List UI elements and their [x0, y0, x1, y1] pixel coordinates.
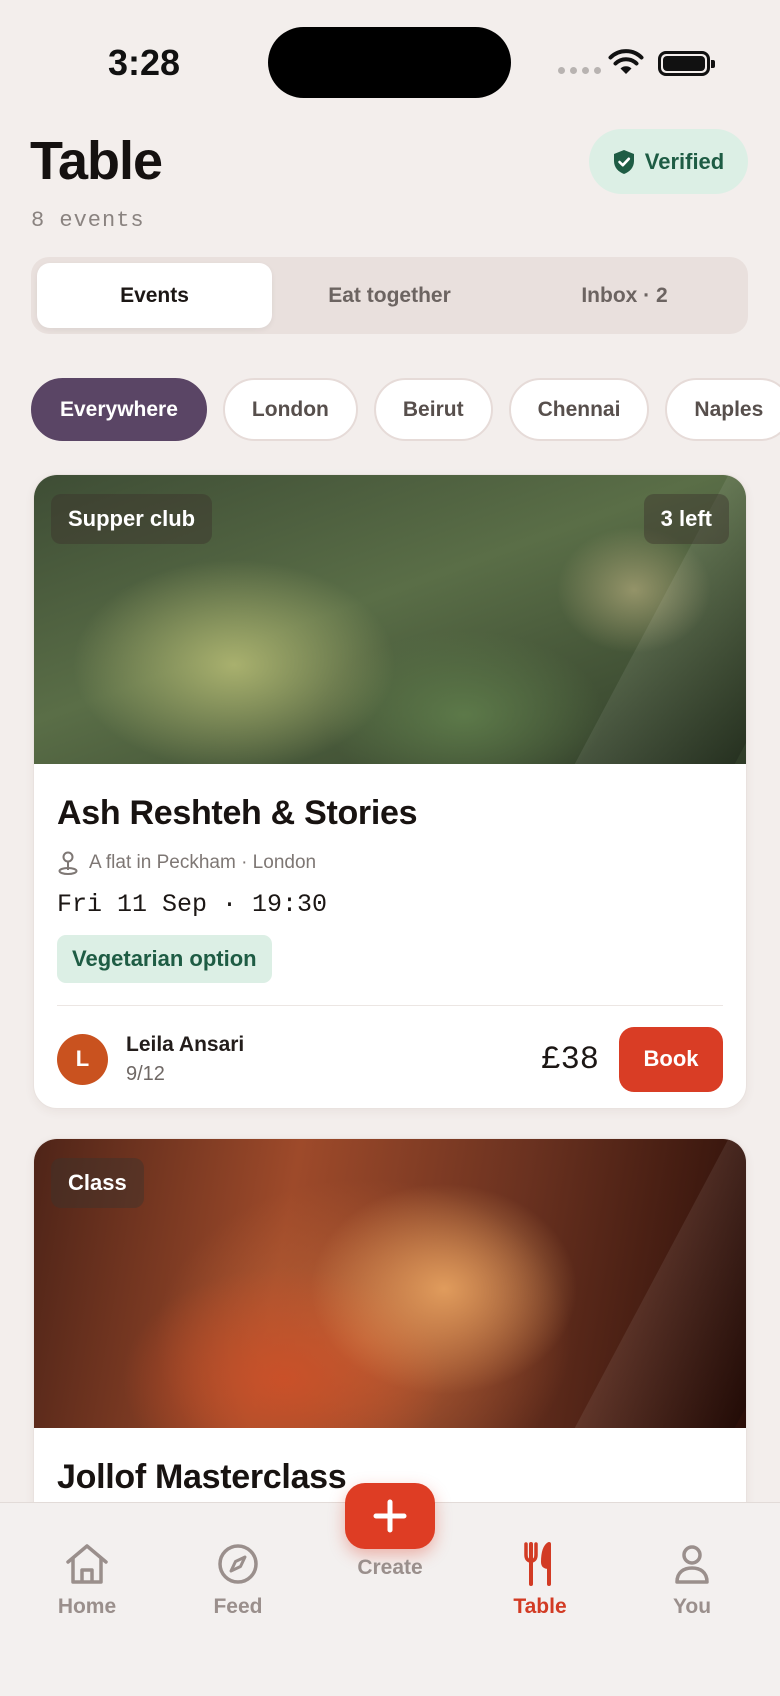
shield-check-icon — [613, 149, 634, 174]
create-button[interactable] — [345, 1483, 435, 1549]
battery-icon — [658, 51, 715, 76]
image-highlight — [558, 1139, 746, 1428]
tab-table[interactable]: Table — [480, 1541, 600, 1619]
tab-feed[interactable]: Feed — [178, 1541, 298, 1619]
tab-feed-label: Feed — [213, 1595, 263, 1618]
host-avatar[interactable]: L — [57, 1033, 108, 1085]
host-row: L Leila Ansari 9/12 £38 Book — [57, 1006, 723, 1108]
filter-chip-naples[interactable]: Naples — [665, 378, 780, 441]
tab-table-label: Table — [513, 1595, 567, 1618]
tab-create[interactable]: Create — [330, 1483, 450, 1580]
event-datetime: Fri 11 Sep · 19:30 — [57, 890, 328, 919]
dietary-tag: Vegetarian option — [57, 935, 272, 983]
cellular-signal-icon — [558, 67, 601, 74]
verified-label: Verified — [644, 148, 725, 174]
segmented-control: Events Eat together Inbox · 2 — [31, 257, 748, 334]
event-count: 8 events — [31, 208, 145, 233]
event-card[interactable]: Supper club 3 left Ash Reshteh & Stories… — [33, 474, 747, 1109]
tab-bar: Home Feed Create Table You — [0, 1483, 780, 1696]
event-category-tag: Supper club — [51, 494, 213, 544]
filter-chip-beirut[interactable]: Beirut — [373, 378, 493, 441]
verified-badge[interactable]: Verified — [589, 129, 748, 194]
status-bar: 3:28 — [0, 0, 780, 110]
host-name[interactable]: Leila Ansari — [126, 1033, 541, 1057]
event-title: Ash Reshteh & Stories — [57, 794, 418, 832]
event-location-text: A flat in Peckham · London — [89, 852, 317, 873]
wifi-icon — [608, 49, 644, 74]
fork-knife-icon — [524, 1542, 551, 1586]
event-image: Supper club 3 left — [34, 475, 746, 764]
compass-icon — [218, 1544, 258, 1584]
event-location: A flat in Peckham · London — [57, 850, 723, 876]
dynamic-island — [268, 27, 511, 98]
tab-home[interactable]: Home — [27, 1541, 147, 1619]
spots-count: 9/12 — [126, 1062, 165, 1085]
person-icon — [675, 1545, 709, 1584]
plus-icon — [373, 1499, 407, 1533]
tab-home-label: Home — [57, 1595, 117, 1618]
segment-events[interactable]: Events — [37, 263, 272, 328]
book-button[interactable]: Book — [619, 1026, 723, 1092]
filter-chip-everywhere[interactable]: Everywhere — [31, 378, 207, 441]
filter-chip-chennai[interactable]: Chennai — [508, 378, 650, 441]
page-title: Table — [30, 131, 163, 191]
home-icon — [66, 1544, 108, 1584]
tab-you-label: You — [672, 1595, 712, 1618]
tab-you[interactable]: You — [632, 1541, 752, 1619]
segment-eat-together[interactable]: Eat together — [272, 263, 507, 328]
event-price: £38 — [541, 1040, 599, 1078]
availability-tag: 3 left — [643, 494, 729, 544]
segment-inbox[interactable]: Inbox · 2 — [507, 263, 742, 328]
filter-chip-london[interactable]: London — [222, 378, 358, 441]
event-category-tag: Class — [51, 1158, 144, 1208]
map-pin-icon — [58, 851, 78, 875]
status-time: 3:28 — [108, 42, 181, 83]
filter-chip-row: Everywhere London Beirut Chennai Naples — [0, 370, 780, 450]
event-image: Class — [34, 1139, 746, 1428]
tab-create-label: Create — [357, 1556, 423, 1579]
